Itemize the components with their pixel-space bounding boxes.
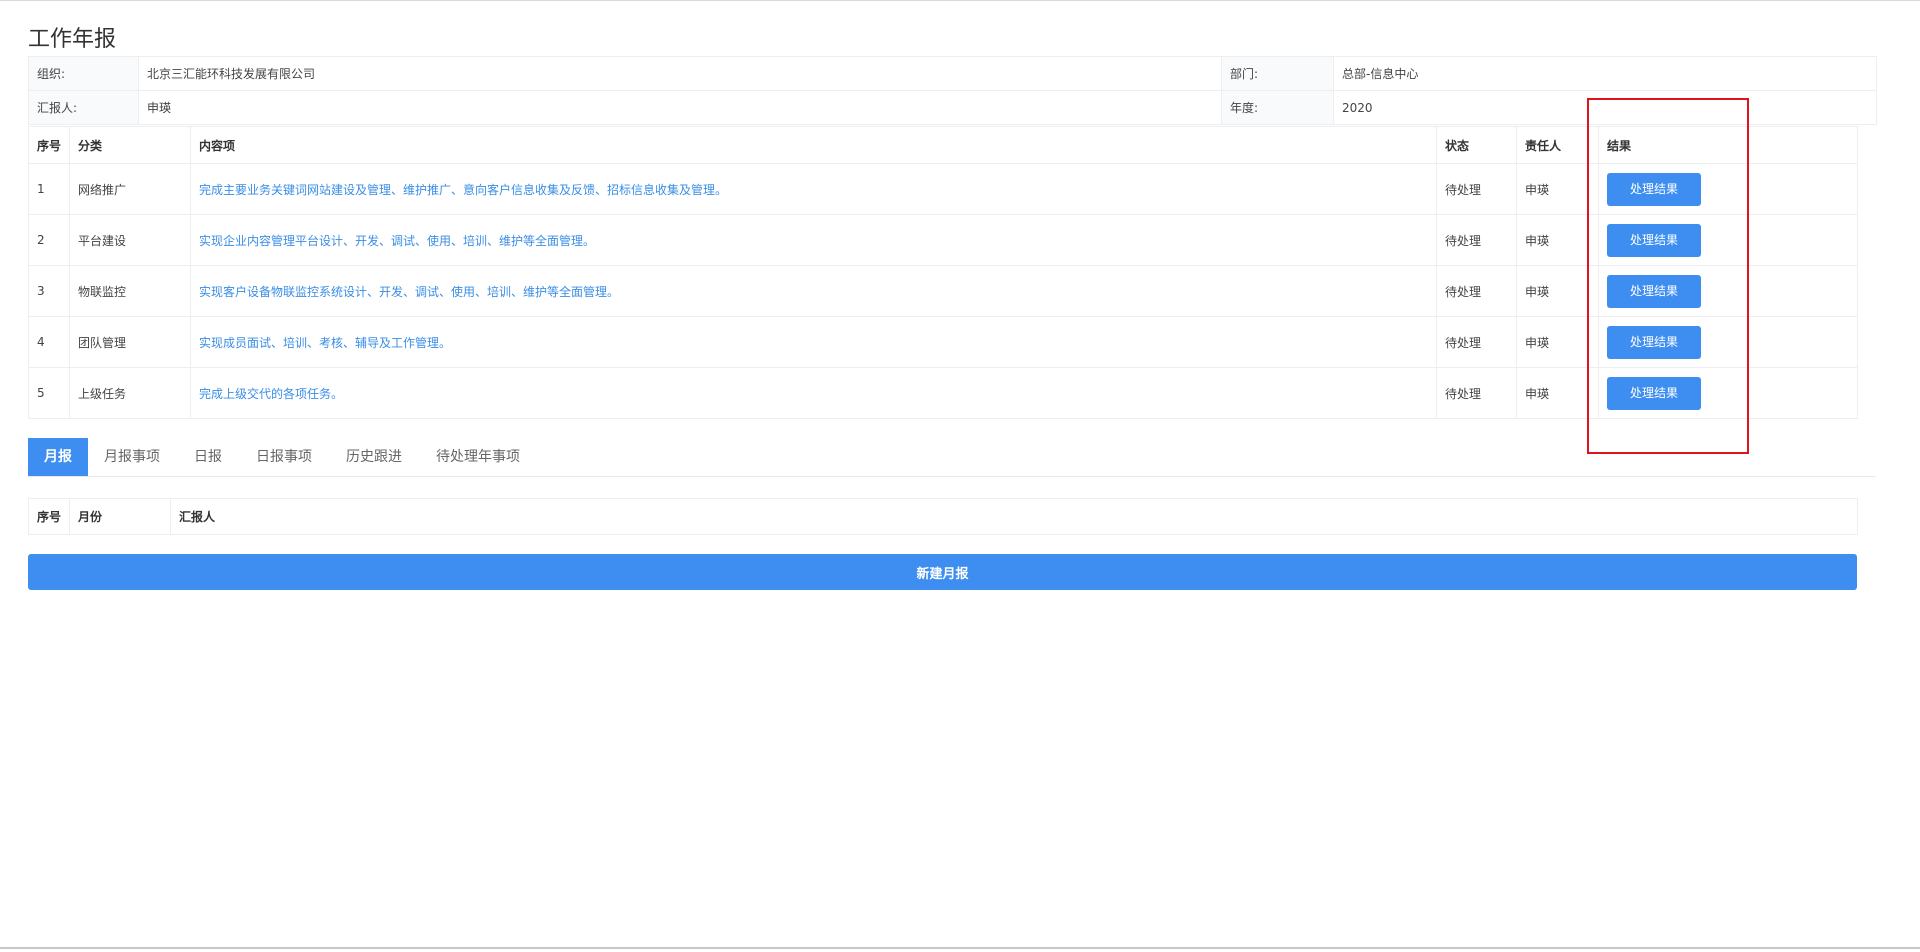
org-value: 北京三汇能环科技发展有限公司 — [138, 56, 1222, 91]
table-row: 2 平台建设 实现企业内容管理平台设计、开发、调试、使用、培训、维护等全面管理。… — [28, 214, 1858, 266]
tab-daily-items[interactable]: 日报事项 — [256, 438, 312, 476]
table-row: 1 网络推广 完成主要业务关键词网站建设及管理、维护推广、意向客户信息收集及反馈… — [28, 163, 1858, 215]
row-result-cell: 处理结果 — [1598, 316, 1858, 368]
row-status: 待处理 — [1436, 214, 1517, 266]
process-result-button[interactable]: 处理结果 — [1607, 223, 1701, 257]
row-owner: 申瑛 — [1516, 265, 1599, 317]
row-content-cell: 实现成员面试、培训、考核、辅导及工作管理。 — [190, 316, 1437, 368]
row-category: 物联监控 — [69, 265, 191, 317]
year-label: 年度: — [1221, 90, 1334, 125]
page-title: 工作年报 — [28, 26, 117, 52]
tab-history[interactable]: 历史跟进 — [346, 438, 402, 476]
annual-tasks-table: 序号 分类 内容项 状态 责任人 结果 1 网络推广 完成主要业务关键词网站建设… — [28, 126, 1858, 419]
months-header-reporter: 汇报人 — [170, 498, 1858, 535]
process-result-button[interactable]: 处理结果 — [1607, 172, 1701, 206]
row-status: 待处理 — [1436, 265, 1517, 317]
header-result: 结果 — [1598, 126, 1858, 164]
bottom-border — [0, 947, 1920, 949]
dept-label: 部门: — [1221, 56, 1334, 91]
row-content-cell: 实现客户设备物联监控系统设计、开发、调试、使用、培训、维护等全面管理。 — [190, 265, 1437, 317]
process-result-button[interactable]: 处理结果 — [1607, 325, 1701, 359]
top-border — [0, 0, 1920, 1]
row-no: 1 — [28, 163, 70, 215]
year-value: 2020 — [1333, 90, 1877, 125]
reporter-label: 汇报人: — [28, 90, 139, 125]
row-result-cell: 处理结果 — [1598, 367, 1858, 419]
info-row-reporter: 汇报人: 申瑛 年度: 2020 — [28, 90, 1877, 125]
tab-monthly-items[interactable]: 月报事项 — [104, 438, 160, 476]
tab-monthly-report[interactable]: 月报 — [28, 438, 88, 476]
row-content-cell: 完成上级交代的各项任务。 — [190, 367, 1437, 419]
months-header-row: 序号 月份 汇报人 — [28, 498, 1858, 535]
row-no: 2 — [28, 214, 70, 266]
row-content-link[interactable]: 完成主要业务关键词网站建设及管理、维护推广、意向客户信息收集及反馈、招标信息收集… — [199, 183, 727, 197]
header-no: 序号 — [28, 126, 70, 164]
tab-pending-annual-items[interactable]: 待处理年事项 — [436, 438, 520, 476]
monthly-reports-table: 序号 月份 汇报人 — [28, 498, 1858, 535]
row-owner: 申瑛 — [1516, 163, 1599, 215]
row-status: 待处理 — [1436, 367, 1517, 419]
row-result-cell: 处理结果 — [1598, 214, 1858, 266]
dept-value: 总部-信息中心 — [1333, 56, 1877, 91]
row-category: 上级任务 — [69, 367, 191, 419]
header-content: 内容项 — [190, 126, 1437, 164]
table-row: 5 上级任务 完成上级交代的各项任务。 待处理 申瑛 处理结果 — [28, 367, 1858, 419]
row-no: 4 — [28, 316, 70, 368]
row-content-cell: 实现企业内容管理平台设计、开发、调试、使用、培训、维护等全面管理。 — [190, 214, 1437, 266]
row-content-cell: 完成主要业务关键词网站建设及管理、维护推广、意向客户信息收集及反馈、招标信息收集… — [190, 163, 1437, 215]
row-result-cell: 处理结果 — [1598, 163, 1858, 215]
row-status: 待处理 — [1436, 163, 1517, 215]
tab-daily-report[interactable]: 日报 — [194, 438, 222, 476]
report-tabs: 月报 月报事项 日报 日报事项 历史跟进 待处理年事项 — [28, 438, 1876, 477]
header-status: 状态 — [1436, 126, 1517, 164]
row-content-link[interactable]: 完成上级交代的各项任务。 — [199, 387, 343, 401]
new-monthly-report-button[interactable]: 新建月报 — [28, 554, 1857, 590]
row-content-link[interactable]: 实现成员面试、培训、考核、辅导及工作管理。 — [199, 336, 451, 350]
row-category: 平台建设 — [69, 214, 191, 266]
months-header-month: 月份 — [69, 498, 171, 535]
row-category: 团队管理 — [69, 316, 191, 368]
header-owner: 责任人 — [1516, 126, 1599, 164]
process-result-button[interactable]: 处理结果 — [1607, 376, 1701, 410]
row-owner: 申瑛 — [1516, 367, 1599, 419]
reporter-value: 申瑛 — [138, 90, 1222, 125]
header-category: 分类 — [69, 126, 191, 164]
tasks-header-row: 序号 分类 内容项 状态 责任人 结果 — [28, 126, 1858, 164]
row-owner: 申瑛 — [1516, 214, 1599, 266]
table-row: 3 物联监控 实现客户设备物联监控系统设计、开发、调试、使用、培训、维护等全面管… — [28, 265, 1858, 317]
row-no: 3 — [28, 265, 70, 317]
org-label: 组织: — [28, 56, 139, 91]
row-category: 网络推广 — [69, 163, 191, 215]
row-content-link[interactable]: 实现客户设备物联监控系统设计、开发、调试、使用、培训、维护等全面管理。 — [199, 285, 619, 299]
row-owner: 申瑛 — [1516, 316, 1599, 368]
info-row-org: 组织: 北京三汇能环科技发展有限公司 部门: 总部-信息中心 — [28, 56, 1877, 91]
months-header-no: 序号 — [28, 498, 70, 535]
table-row: 4 团队管理 实现成员面试、培训、考核、辅导及工作管理。 待处理 申瑛 处理结果 — [28, 316, 1858, 368]
row-result-cell: 处理结果 — [1598, 265, 1858, 317]
row-no: 5 — [28, 367, 70, 419]
process-result-button[interactable]: 处理结果 — [1607, 274, 1701, 308]
report-info-grid: 组织: 北京三汇能环科技发展有限公司 部门: 总部-信息中心 汇报人: 申瑛 年… — [28, 56, 1877, 125]
row-content-link[interactable]: 实现企业内容管理平台设计、开发、调试、使用、培训、维护等全面管理。 — [199, 234, 595, 248]
row-status: 待处理 — [1436, 316, 1517, 368]
